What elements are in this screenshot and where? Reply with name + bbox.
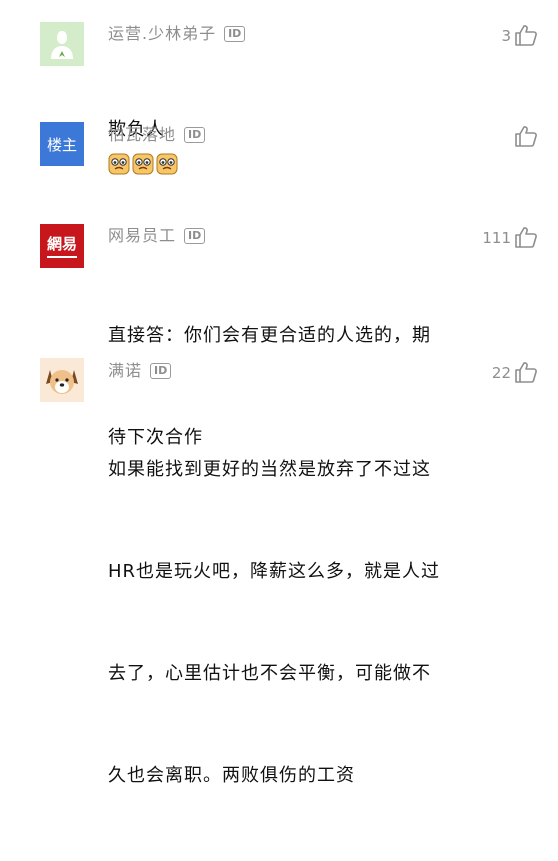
comment-line: 久也会离职。两败俱伤的工资	[108, 765, 355, 786]
like-count: 111	[482, 229, 511, 247]
like-button[interactable]	[511, 125, 538, 147]
username[interactable]: 满诺	[108, 361, 142, 381]
avatar-label: 網易	[46, 234, 77, 253]
comment-line: HR也是玩火吧，降薪这么多，就是人过	[108, 561, 441, 582]
emoji-row	[108, 153, 178, 175]
avatar[interactable]	[40, 358, 84, 402]
thumbs-up-icon	[515, 126, 537, 147]
avatar[interactable]: 楼主	[40, 122, 84, 166]
crying-face-emoji-icon	[108, 153, 130, 175]
comment-line: 去了，心里估计也不会平衡，可能做不	[108, 663, 431, 684]
comment-line: 如果能找到更好的当然是放弃了不过这	[108, 459, 431, 480]
username[interactable]: 怕瓦落地	[108, 125, 176, 145]
thumbs-up-icon	[515, 25, 537, 46]
id-badge: ID	[150, 363, 172, 379]
user-silhouette-icon	[51, 31, 73, 59]
username[interactable]: 网易员工	[108, 226, 176, 246]
avatar[interactable]: 網易	[40, 224, 84, 268]
avatar-underline	[47, 255, 77, 258]
comment-line: 直接答：你们会有更合适的人选的，期	[108, 325, 431, 346]
comment-text: 如果能找到更好的当然是放弃了不过这 HR也是玩火吧，降薪这么多，就是人过 去了，…	[108, 385, 440, 861]
avatar-label: 楼主	[46, 135, 77, 154]
id-badge: ID	[224, 26, 246, 42]
like-button[interactable]: 22	[492, 361, 538, 383]
crying-face-emoji-icon	[156, 153, 178, 175]
avatar[interactable]	[40, 22, 84, 66]
username[interactable]: 运营.少林弟子	[108, 24, 216, 44]
id-badge: ID	[184, 127, 206, 143]
id-badge: ID	[184, 228, 206, 244]
like-button[interactable]: 111	[482, 226, 538, 248]
dog-avatar-icon	[46, 370, 78, 394]
like-count: 3	[501, 27, 511, 45]
like-count: 22	[491, 364, 511, 382]
thumbs-up-icon	[515, 362, 537, 383]
crying-face-emoji-icon	[132, 153, 154, 175]
like-button[interactable]: 3	[501, 24, 538, 46]
thumbs-up-icon	[515, 227, 537, 248]
